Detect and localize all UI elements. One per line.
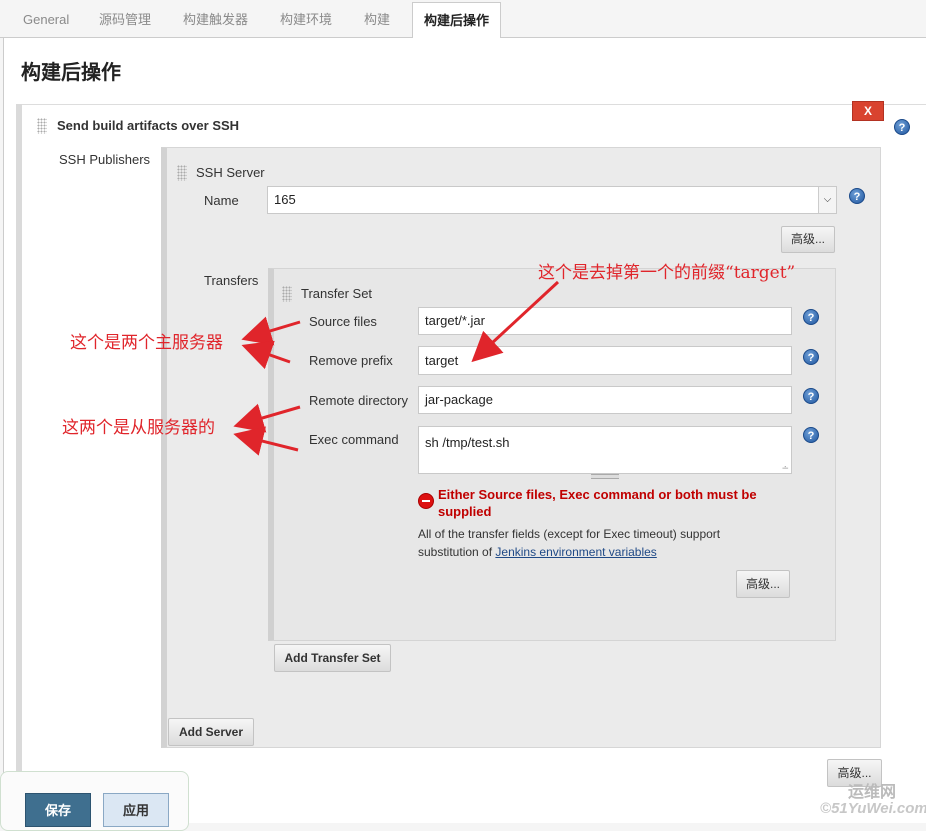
arrow-to-source-files	[241, 316, 301, 346]
watermark-line-2: ©51YuWei.com	[820, 800, 926, 817]
annotation-arrows	[233, 280, 560, 456]
watermark-copyright: ©	[820, 800, 832, 817]
watermark-line-1: 运维网	[848, 784, 897, 801]
arrow-to-remove-prefix	[471, 280, 560, 363]
arrow-to-exec-command	[233, 426, 299, 456]
arrow-to-remove-prefix-label	[241, 340, 291, 370]
watermark-site: 51YuWei.com	[831, 800, 926, 817]
arrow-to-remote-directory	[233, 403, 301, 433]
